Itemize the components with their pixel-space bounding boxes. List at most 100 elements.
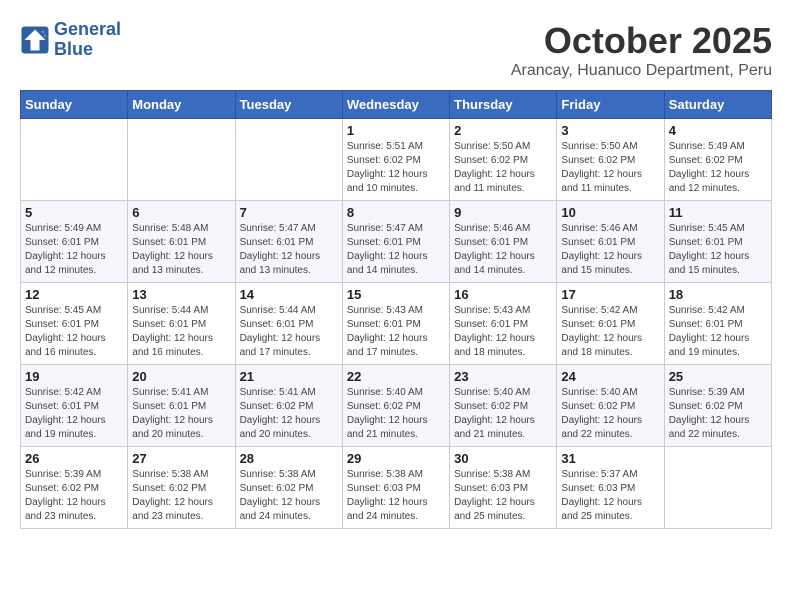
calendar-day-cell: 27 Sunrise: 5:38 AM Sunset: 6:02 PM Dayli… <box>128 447 235 529</box>
day-info: Sunrise: 5:42 AM Sunset: 6:01 PM Dayligh… <box>25 386 123 442</box>
day-number: 22 <box>347 369 445 384</box>
calendar-day-cell: 20 Sunrise: 5:41 AM Sunset: 6:01 PM Dayli… <box>128 365 235 447</box>
calendar-day-cell <box>664 447 771 529</box>
calendar-day-cell: 25Sunrise: 5:39 AM Sunset: 6:02 PM Dayli… <box>664 365 771 447</box>
day-info: Sunrise: 5:41 AM Sunset: 6:01 PM Dayligh… <box>132 386 230 442</box>
calendar-day-cell: 18Sunrise: 5:42 AM Sunset: 6:01 PM Dayli… <box>664 283 771 365</box>
weekday-header-cell: Monday <box>128 91 235 119</box>
day-info: Sunrise: 5:42 AM Sunset: 6:01 PM Dayligh… <box>561 304 659 360</box>
day-number: 10 <box>561 205 659 220</box>
day-number: 19 <box>25 369 123 384</box>
calendar-week-row: 12Sunrise: 5:45 AM Sunset: 6:01 PM Dayli… <box>21 283 772 365</box>
day-info: Sunrise: 5:41 AM Sunset: 6:02 PM Dayligh… <box>240 386 338 442</box>
day-info: Sunrise: 5:38 AM Sunset: 6:03 PM Dayligh… <box>454 468 552 524</box>
day-number: 11 <box>669 205 767 220</box>
calendar-day-cell: 10Sunrise: 5:46 AM Sunset: 6:01 PM Dayli… <box>557 201 664 283</box>
day-number: 18 <box>669 287 767 302</box>
day-info: Sunrise: 5:43 AM Sunset: 6:01 PM Dayligh… <box>347 304 445 360</box>
calendar-day-cell: 26Sunrise: 5:39 AM Sunset: 6:02 PM Dayli… <box>21 447 128 529</box>
day-info: Sunrise: 5:38 AM Sunset: 6:02 PM Dayligh… <box>132 468 230 524</box>
day-info: Sunrise: 5:40 AM Sunset: 6:02 PM Dayligh… <box>347 386 445 442</box>
day-info: Sunrise: 5:51 AM Sunset: 6:02 PM Dayligh… <box>347 140 445 196</box>
weekday-header-cell: Thursday <box>450 91 557 119</box>
day-info: Sunrise: 5:49 AM Sunset: 6:01 PM Dayligh… <box>25 222 123 278</box>
day-info: Sunrise: 5:44 AM Sunset: 6:01 PM Dayligh… <box>132 304 230 360</box>
weekday-header-cell: Sunday <box>21 91 128 119</box>
calendar-day-cell <box>128 119 235 201</box>
day-info: Sunrise: 5:47 AM Sunset: 6:01 PM Dayligh… <box>347 222 445 278</box>
day-number: 31 <box>561 451 659 466</box>
day-info: Sunrise: 5:37 AM Sunset: 6:03 PM Dayligh… <box>561 468 659 524</box>
day-info: Sunrise: 5:50 AM Sunset: 6:02 PM Dayligh… <box>561 140 659 196</box>
day-info: Sunrise: 5:40 AM Sunset: 6:02 PM Dayligh… <box>454 386 552 442</box>
calendar-day-cell: 24 Sunrise: 5:40 AM Sunset: 6:02 PM Dayli… <box>557 365 664 447</box>
day-info: Sunrise: 5:43 AM Sunset: 6:01 PM Dayligh… <box>454 304 552 360</box>
calendar-week-row: 19 Sunrise: 5:42 AM Sunset: 6:01 PM Dayli… <box>21 365 772 447</box>
day-number: 20 <box>132 369 230 384</box>
day-number: 14 <box>240 287 338 302</box>
weekday-header-cell: Wednesday <box>342 91 449 119</box>
calendar-day-cell: 5 Sunrise: 5:49 AM Sunset: 6:01 PM Daylig… <box>21 201 128 283</box>
day-info: Sunrise: 5:44 AM Sunset: 6:01 PM Dayligh… <box>240 304 338 360</box>
calendar-day-cell: 23 Sunrise: 5:40 AM Sunset: 6:02 PM Dayli… <box>450 365 557 447</box>
day-info: Sunrise: 5:50 AM Sunset: 6:02 PM Dayligh… <box>454 140 552 196</box>
calendar-day-cell: 11Sunrise: 5:45 AM Sunset: 6:01 PM Dayli… <box>664 201 771 283</box>
title-section: October 2025 Arancay, Huanuco Department… <box>511 20 772 80</box>
day-info: Sunrise: 5:38 AM Sunset: 6:02 PM Dayligh… <box>240 468 338 524</box>
calendar-day-cell: 28 Sunrise: 5:38 AM Sunset: 6:02 PM Dayli… <box>235 447 342 529</box>
calendar-day-cell: 8 Sunrise: 5:47 AM Sunset: 6:01 PM Daylig… <box>342 201 449 283</box>
day-number: 2 <box>454 123 552 138</box>
logo-text: General Blue <box>54 20 121 60</box>
calendar-day-cell: 16Sunrise: 5:43 AM Sunset: 6:01 PM Dayli… <box>450 283 557 365</box>
calendar-day-cell: 3Sunrise: 5:50 AM Sunset: 6:02 PM Daylig… <box>557 119 664 201</box>
calendar-week-row: 1Sunrise: 5:51 AM Sunset: 6:02 PM Daylig… <box>21 119 772 201</box>
calendar-day-cell: 6 Sunrise: 5:48 AM Sunset: 6:01 PM Daylig… <box>128 201 235 283</box>
calendar-day-cell: 12Sunrise: 5:45 AM Sunset: 6:01 PM Dayli… <box>21 283 128 365</box>
weekday-header-cell: Saturday <box>664 91 771 119</box>
day-info: Sunrise: 5:47 AM Sunset: 6:01 PM Dayligh… <box>240 222 338 278</box>
day-number: 9 <box>454 205 552 220</box>
day-number: 24 <box>561 369 659 384</box>
day-number: 23 <box>454 369 552 384</box>
day-number: 27 <box>132 451 230 466</box>
calendar-week-row: 5 Sunrise: 5:49 AM Sunset: 6:01 PM Daylig… <box>21 201 772 283</box>
day-number: 26 <box>25 451 123 466</box>
calendar-day-cell: 29 Sunrise: 5:38 AM Sunset: 6:03 PM Dayli… <box>342 447 449 529</box>
day-number: 6 <box>132 205 230 220</box>
location-title: Arancay, Huanuco Department, Peru <box>511 62 772 80</box>
day-number: 30 <box>454 451 552 466</box>
day-number: 28 <box>240 451 338 466</box>
day-number: 29 <box>347 451 445 466</box>
day-info: Sunrise: 5:48 AM Sunset: 6:01 PM Dayligh… <box>132 222 230 278</box>
day-number: 8 <box>347 205 445 220</box>
day-info: Sunrise: 5:49 AM Sunset: 6:02 PM Dayligh… <box>669 140 767 196</box>
calendar-day-cell: 30 Sunrise: 5:38 AM Sunset: 6:03 PM Dayli… <box>450 447 557 529</box>
calendar-day-cell: 1Sunrise: 5:51 AM Sunset: 6:02 PM Daylig… <box>342 119 449 201</box>
day-info: Sunrise: 5:38 AM Sunset: 6:03 PM Dayligh… <box>347 468 445 524</box>
day-number: 5 <box>25 205 123 220</box>
weekday-header-cell: Tuesday <box>235 91 342 119</box>
logo-icon <box>20 25 50 55</box>
calendar-day-cell <box>21 119 128 201</box>
day-info: Sunrise: 5:40 AM Sunset: 6:02 PM Dayligh… <box>561 386 659 442</box>
calendar-day-cell: 22 Sunrise: 5:40 AM Sunset: 6:02 PM Dayli… <box>342 365 449 447</box>
month-title: October 2025 <box>511 20 772 62</box>
calendar-day-cell: 15 Sunrise: 5:43 AM Sunset: 6:01 PM Dayli… <box>342 283 449 365</box>
calendar-day-cell: 4 Sunrise: 5:49 AM Sunset: 6:02 PM Daylig… <box>664 119 771 201</box>
day-info: Sunrise: 5:46 AM Sunset: 6:01 PM Dayligh… <box>454 222 552 278</box>
day-number: 17 <box>561 287 659 302</box>
day-number: 21 <box>240 369 338 384</box>
calendar-day-cell: 9 Sunrise: 5:46 AM Sunset: 6:01 PM Daylig… <box>450 201 557 283</box>
day-number: 25 <box>669 369 767 384</box>
calendar-day-cell: 17 Sunrise: 5:42 AM Sunset: 6:01 PM Dayli… <box>557 283 664 365</box>
day-number: 7 <box>240 205 338 220</box>
calendar-table: SundayMondayTuesdayWednesdayThursdayFrid… <box>20 90 772 529</box>
calendar-day-cell: 2 Sunrise: 5:50 AM Sunset: 6:02 PM Daylig… <box>450 119 557 201</box>
day-number: 4 <box>669 123 767 138</box>
calendar-day-cell: 31 Sunrise: 5:37 AM Sunset: 6:03 PM Dayli… <box>557 447 664 529</box>
calendar-day-cell: 13 Sunrise: 5:44 AM Sunset: 6:01 PM Dayli… <box>128 283 235 365</box>
day-number: 15 <box>347 287 445 302</box>
weekday-header-cell: Friday <box>557 91 664 119</box>
day-number: 13 <box>132 287 230 302</box>
page-header: General Blue October 2025 Arancay, Huanu… <box>20 20 772 80</box>
